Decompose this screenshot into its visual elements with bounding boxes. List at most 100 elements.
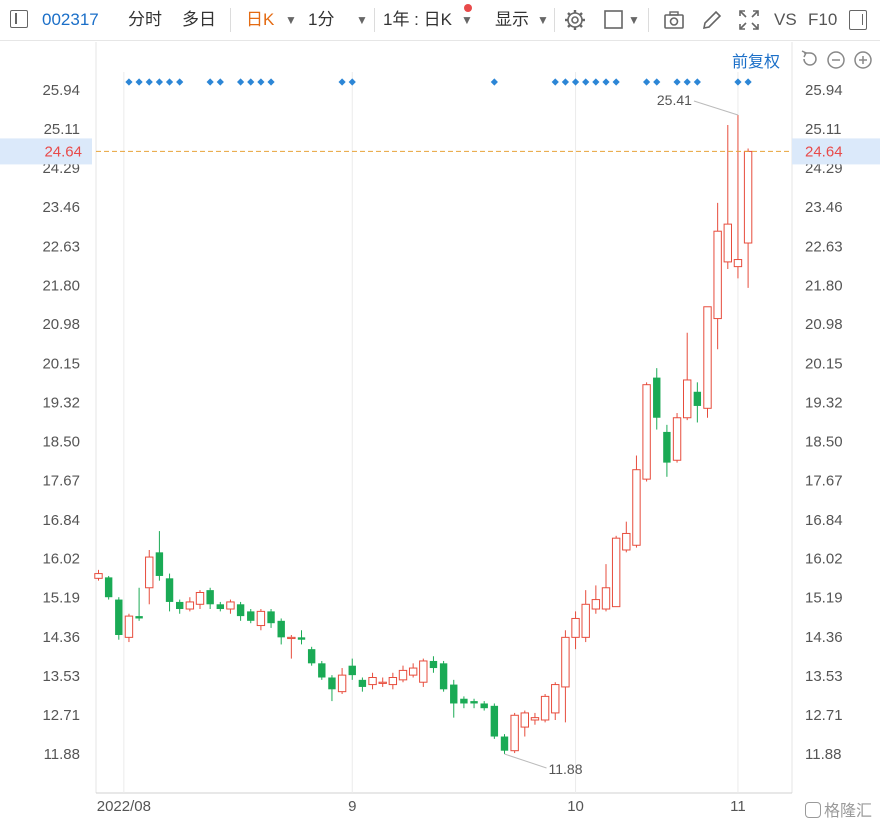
event-marker-diamond: [561, 78, 569, 86]
candle-body: [408, 667, 418, 676]
candle-body: [591, 599, 601, 610]
candle-body: [551, 684, 560, 714]
event-marker-diamond: [237, 78, 245, 86]
candle: [318, 660, 326, 680]
candle: [703, 306, 712, 418]
y-tick-label-right: 25.11: [805, 121, 841, 138]
y-tick-label-right: 19.32: [805, 395, 843, 412]
candle-body: [287, 636, 296, 640]
candle-body: [540, 695, 550, 721]
candle-body: [236, 604, 245, 617]
candle: [348, 658, 356, 680]
candle: [256, 609, 266, 631]
candle-body: [642, 384, 651, 480]
candle-body: [277, 620, 285, 638]
candle: [663, 424, 671, 477]
x-tick-label: 11: [730, 798, 746, 815]
candle-body: [713, 230, 722, 320]
candle: [388, 672, 398, 690]
candle-body: [490, 705, 499, 737]
event-marker-diamond: [348, 78, 356, 86]
candle: [591, 585, 601, 614]
candle: [571, 611, 580, 650]
candle: [165, 573, 174, 612]
candle: [247, 609, 255, 624]
y-tick-label-right: 16.02: [805, 550, 843, 567]
y-tick-label-left: 17.67: [42, 473, 80, 490]
y-tick-label-right: 14.36: [805, 629, 843, 646]
candle: [124, 613, 134, 643]
candle: [470, 698, 478, 709]
y-tick-label-right: 23.46: [805, 199, 843, 216]
candle: [216, 601, 224, 612]
candle: [520, 710, 529, 737]
candle-body: [145, 556, 154, 589]
candle-body: [500, 736, 509, 751]
candle-body: [216, 604, 224, 610]
candle: [551, 682, 560, 720]
candle-body: [307, 649, 316, 664]
current-price-right: 24.64: [805, 143, 843, 160]
event-marker-diamond: [155, 78, 163, 86]
candle-body: [176, 601, 184, 610]
candle-body: [247, 611, 255, 621]
y-tick-label-left: 18.50: [42, 433, 80, 450]
y-tick-label-left: 19.32: [42, 395, 80, 412]
price-axis-left: 25.9425.1124.2923.4622.6321.8020.9820.15…: [42, 82, 80, 763]
event-marker-diamond: [592, 78, 600, 86]
candle: [429, 656, 438, 673]
watermark-logo: 格隆汇: [804, 797, 872, 821]
candle-body: [378, 681, 387, 684]
candle: [540, 694, 550, 723]
candle-body: [256, 610, 266, 627]
y-tick-label-left: 12.71: [42, 707, 80, 724]
candle: [510, 712, 519, 754]
candle-body: [195, 591, 205, 605]
candle: [185, 597, 195, 612]
y-tick-label-right: 18.50: [805, 433, 843, 450]
candle: [307, 646, 316, 666]
candle-body: [611, 537, 621, 608]
candle-body: [337, 674, 347, 693]
y-tick-label-left: 13.53: [42, 668, 80, 685]
candle: [480, 701, 488, 711]
candle: [713, 202, 722, 350]
candle: [460, 696, 468, 709]
candle: [672, 413, 682, 463]
candle: [530, 712, 540, 725]
candle: [581, 590, 590, 643]
candle-body: [733, 259, 743, 268]
event-marker-diamond: [135, 78, 143, 86]
candle-body: [723, 223, 732, 263]
candle: [622, 521, 631, 553]
candle: [368, 672, 377, 690]
y-tick-label-left: 11.88: [44, 746, 80, 763]
candle: [378, 677, 387, 687]
candle-body: [206, 590, 214, 605]
event-marker-diamond: [734, 78, 742, 86]
y-tick-label-left: 14.36: [42, 629, 80, 646]
candle: [236, 601, 245, 621]
min-price-label: 11.88: [549, 761, 583, 777]
candles: [94, 115, 753, 754]
candle: [500, 734, 509, 754]
candle-body: [663, 431, 671, 463]
candle: [683, 332, 692, 421]
y-tick-label-right: 22.63: [805, 238, 843, 255]
y-tick-label-left: 23.46: [42, 199, 80, 216]
candle-body: [470, 701, 478, 704]
candle-body: [571, 617, 580, 638]
candle: [135, 587, 143, 621]
candle: [267, 609, 275, 628]
y-tick-label-left: 22.63: [42, 238, 80, 255]
candle: [206, 587, 214, 610]
candle-body: [510, 714, 519, 752]
y-tick-label-right: 25.94: [805, 82, 843, 99]
max-price-label: 25.41: [657, 92, 692, 108]
candle: [358, 677, 367, 692]
event-markers: [125, 78, 752, 86]
y-tick-label-left: 15.19: [42, 590, 80, 607]
candle-body: [480, 703, 488, 709]
candle: [176, 599, 184, 614]
candlestick-chart[interactable]: 25.9425.1124.2923.4622.6321.8020.9820.15…: [0, 0, 880, 825]
